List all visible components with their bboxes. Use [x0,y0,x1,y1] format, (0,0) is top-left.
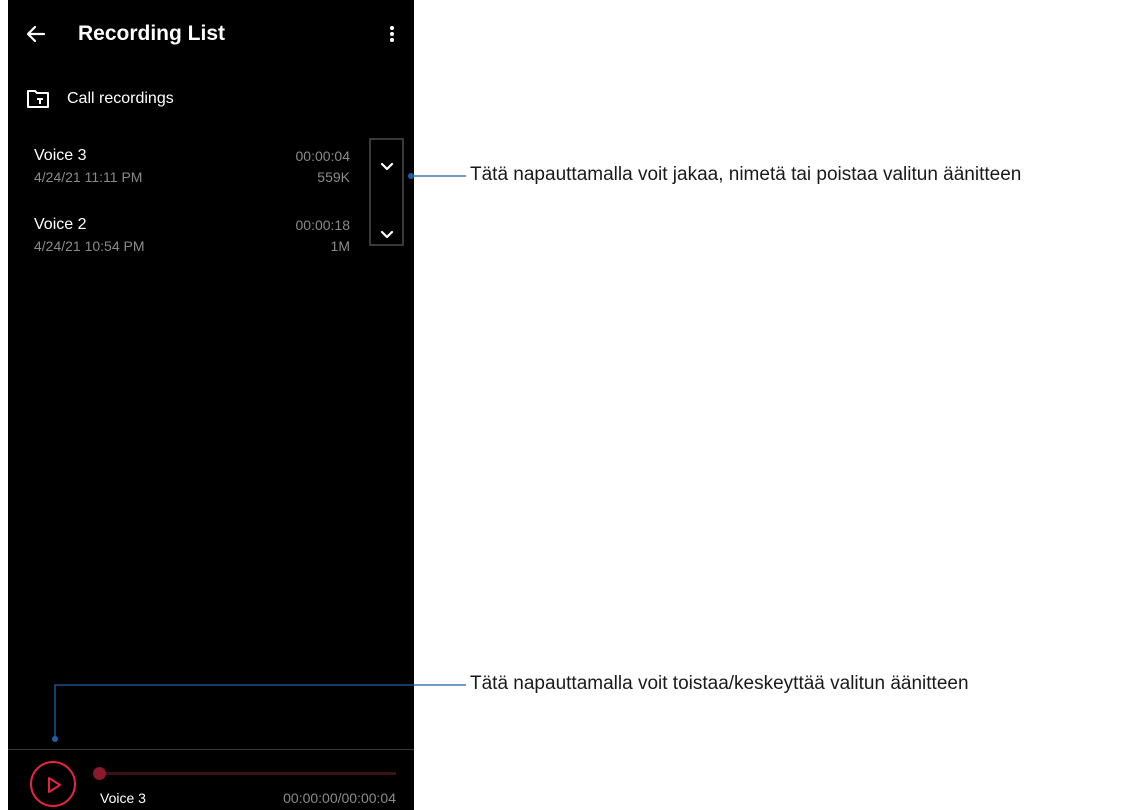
callout-play-pause: Tätä napauttamalla voit toistaa/keskeytt… [470,673,969,694]
callout-dot-play [52,736,58,742]
callout-expand-menu: Tätä napauttamalla voit jakaa, nimetä ta… [470,164,1022,185]
callout-line-play [54,684,466,739]
callout-dot-expand [408,173,414,179]
